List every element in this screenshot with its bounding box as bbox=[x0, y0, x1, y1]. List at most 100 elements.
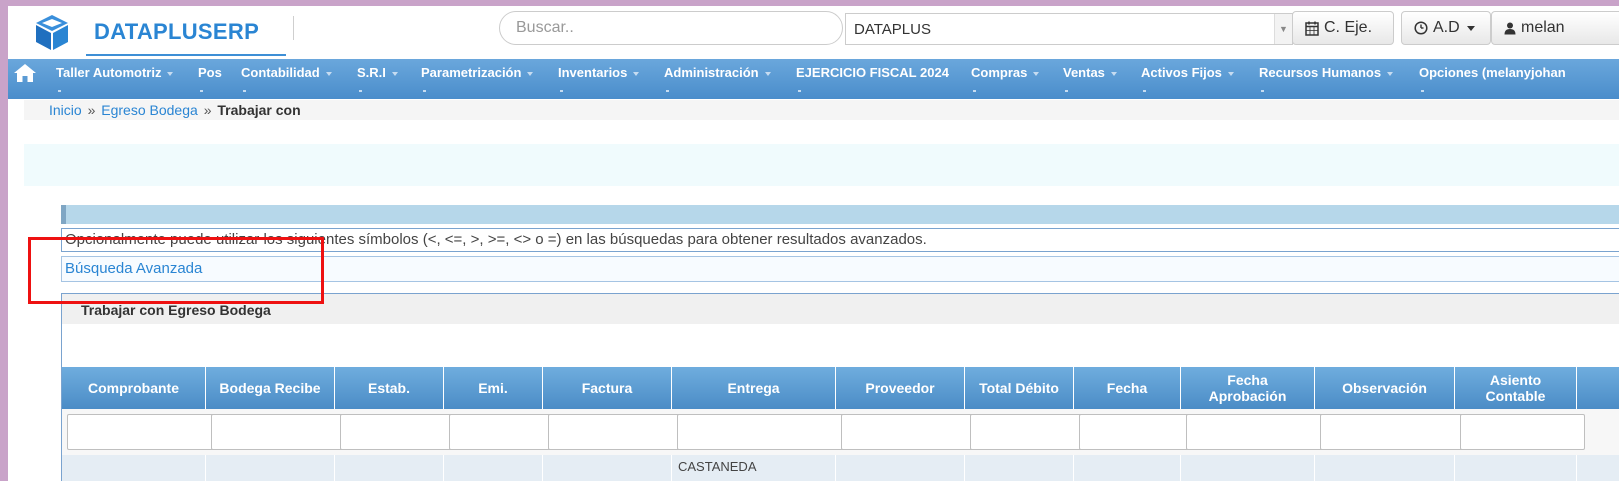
filter-comprobante-input[interactable] bbox=[67, 414, 214, 450]
company-select-value: DATAPLUS bbox=[854, 21, 931, 38]
nav-item-label: Contabilidad bbox=[241, 65, 320, 80]
filter-proveedor-input[interactable] bbox=[841, 414, 973, 450]
user-name: melan bbox=[1521, 19, 1565, 36]
chevron-down-icon bbox=[1227, 71, 1234, 76]
nav-item-contabilidad[interactable]: Contabilidad bbox=[241, 59, 332, 99]
filter-cell bbox=[836, 409, 973, 455]
nav-item-inventarios[interactable]: Inventarios bbox=[558, 59, 640, 99]
nav-item-compras[interactable]: Compras bbox=[971, 59, 1040, 99]
search-input[interactable] bbox=[499, 11, 843, 45]
filter-asiento-contable-input[interactable] bbox=[1460, 414, 1585, 450]
nav-item-pos[interactable]: Pos bbox=[198, 59, 222, 99]
ad-dropdown-button[interactable]: A.D bbox=[1401, 11, 1491, 45]
column-header-fecha-aprobacion[interactable]: Fecha Aprobación bbox=[1181, 367, 1315, 409]
column-header-observacion[interactable]: Observación bbox=[1315, 367, 1455, 409]
column-header-factura[interactable]: Factura bbox=[543, 367, 672, 409]
chevron-down-icon[interactable]: ▼ bbox=[1274, 14, 1292, 44]
nav-item-label: Inventarios bbox=[558, 65, 628, 80]
chevron-down-icon bbox=[1033, 71, 1040, 76]
filter-entrega-input[interactable] bbox=[677, 414, 844, 450]
filter-cell bbox=[206, 409, 343, 455]
column-header-proveedor[interactable]: Proveedor bbox=[836, 367, 965, 409]
filter-emi-input[interactable] bbox=[449, 414, 551, 450]
nav-item-label: Taller Automotriz bbox=[56, 65, 162, 80]
table-row[interactable]: CASTANEDA bbox=[62, 455, 1619, 481]
table-cell bbox=[206, 455, 335, 481]
filter-cell bbox=[1455, 409, 1585, 455]
table-cell-entrega: CASTANEDA bbox=[672, 455, 836, 481]
nav-item-sri[interactable]: S.R.I bbox=[357, 59, 398, 99]
user-menu-button[interactable]: melan bbox=[1491, 11, 1619, 45]
breadcrumb-separator: » bbox=[87, 102, 96, 118]
column-header-asiento-contable[interactable]: Asiento Contable bbox=[1455, 367, 1577, 409]
column-header-total-debito[interactable]: Total Débito bbox=[965, 367, 1074, 409]
table-cell bbox=[1181, 455, 1315, 481]
nav-item-label: EJERCICIO FISCAL 2024 bbox=[796, 65, 949, 80]
chevron-down-icon bbox=[167, 71, 174, 76]
table-cell bbox=[543, 455, 672, 481]
filter-factura-input[interactable] bbox=[548, 414, 680, 450]
chevron-down-icon bbox=[1387, 71, 1394, 76]
filter-fecha-input[interactable] bbox=[1079, 414, 1189, 450]
page: DATAPLUSERP DATAPLUS ▼ C. Eje. bbox=[8, 6, 1619, 481]
filter-cell bbox=[335, 409, 452, 455]
filter-cell bbox=[444, 409, 551, 455]
column-header-comprobante[interactable]: Comprobante bbox=[62, 367, 206, 409]
table-cell bbox=[1074, 455, 1181, 481]
nav-item-label: Pos bbox=[198, 65, 222, 80]
table-cell bbox=[1315, 455, 1455, 481]
filter-cell bbox=[1315, 409, 1463, 455]
column-header-bodega-recibe[interactable]: Bodega Recibe bbox=[206, 367, 335, 409]
table-cell bbox=[444, 455, 543, 481]
filter-observacion-input[interactable] bbox=[1320, 414, 1463, 450]
chevron-down-icon bbox=[391, 71, 398, 76]
main-navbar: Taller Automotriz Pos Contabilidad S.R.I… bbox=[8, 59, 1619, 99]
chevron-down-icon bbox=[325, 71, 332, 76]
brand-name[interactable]: DATAPLUSERP bbox=[94, 19, 259, 45]
cube-logo-icon[interactable] bbox=[32, 12, 72, 52]
nav-item-activos-fijos[interactable]: Activos Fijos bbox=[1141, 59, 1234, 99]
ad-label: A.D bbox=[1433, 19, 1460, 36]
filter-fecha-aprobacion-input[interactable] bbox=[1186, 414, 1323, 450]
nav-item-administracion[interactable]: Administración bbox=[664, 59, 771, 99]
filter-total-debito-input[interactable] bbox=[970, 414, 1082, 450]
highlight-annotation-box bbox=[28, 237, 324, 304]
app-header: DATAPLUSERP DATAPLUS ▼ C. Eje. bbox=[8, 6, 1619, 58]
fiscal-year-button[interactable]: C. Eje. bbox=[1292, 11, 1394, 45]
filter-estab-input[interactable] bbox=[340, 414, 452, 450]
chevron-down-icon bbox=[764, 71, 771, 76]
grid-filter-row bbox=[62, 409, 1619, 455]
column-header-entrega[interactable]: Entrega bbox=[672, 367, 836, 409]
filter-cell bbox=[965, 409, 1082, 455]
column-header-fecha[interactable]: Fecha bbox=[1074, 367, 1181, 409]
chevron-down-icon bbox=[633, 71, 640, 76]
breadcrumb-section-link[interactable]: Egreso Bodega bbox=[101, 102, 198, 118]
chevron-down-icon bbox=[527, 71, 534, 76]
table-cell bbox=[965, 455, 1074, 481]
filter-bodega-recibe-input[interactable] bbox=[211, 414, 343, 450]
filter-cell bbox=[62, 409, 214, 455]
breadcrumb-separator: » bbox=[203, 102, 212, 118]
table-cell bbox=[1455, 455, 1577, 481]
breadcrumb-home-link[interactable]: Inicio bbox=[49, 102, 82, 118]
nav-item-label: Compras bbox=[971, 65, 1028, 80]
nav-item-label: Activos Fijos bbox=[1141, 65, 1222, 80]
filter-cell bbox=[672, 409, 844, 455]
fiscal-year-label: C. Eje. bbox=[1324, 19, 1373, 36]
nav-item-label: Ventas bbox=[1063, 65, 1105, 80]
breadcrumb-current: Trabajar con bbox=[217, 102, 301, 118]
table-cell bbox=[836, 455, 965, 481]
nav-item-recursos-humanos[interactable]: Recursos Humanos bbox=[1259, 59, 1394, 99]
chevron-down-icon bbox=[1466, 25, 1475, 31]
nav-item-ejercicio-fiscal[interactable]: EJERCICIO FISCAL 2024 bbox=[796, 59, 949, 99]
nav-item-ventas[interactable]: Ventas bbox=[1063, 59, 1117, 99]
nav-item-taller-automotriz[interactable]: Taller Automotriz bbox=[56, 59, 174, 99]
nav-item-parametrizacion[interactable]: Parametrización bbox=[421, 59, 534, 99]
home-icon[interactable] bbox=[14, 64, 36, 82]
brand-underline bbox=[86, 54, 286, 56]
company-select[interactable]: DATAPLUS ▼ bbox=[845, 13, 1293, 45]
filter-cell bbox=[543, 409, 680, 455]
column-header-emi[interactable]: Emi. bbox=[444, 367, 543, 409]
column-header-estab[interactable]: Estab. bbox=[335, 367, 444, 409]
nav-item-opciones[interactable]: Opciones (melanyjohan bbox=[1419, 59, 1566, 99]
